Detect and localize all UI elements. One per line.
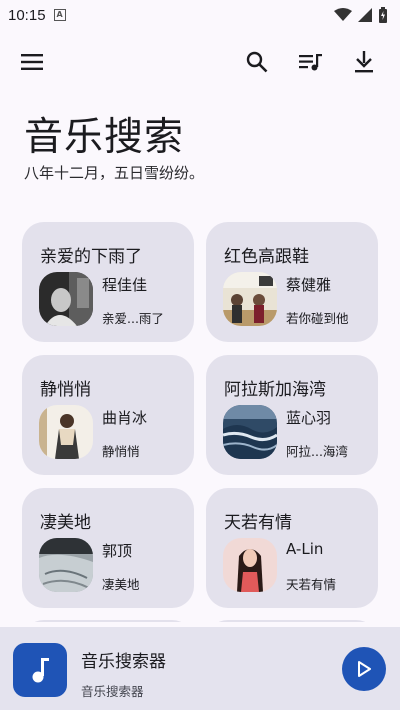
card-title: 红色高跟鞋 bbox=[224, 247, 309, 267]
music-note-icon bbox=[32, 658, 49, 683]
search-icon bbox=[246, 51, 268, 73]
battery-icon bbox=[379, 7, 387, 23]
album-thumbnail bbox=[39, 272, 93, 326]
status-bar: 10:15 A bbox=[0, 0, 400, 30]
song-card[interactable] bbox=[206, 620, 378, 622]
search-button[interactable] bbox=[235, 40, 279, 84]
song-card[interactable]: 亲爱的下雨了 程佳佳 亲爱...雨了 bbox=[22, 222, 194, 342]
song-card[interactable] bbox=[22, 620, 194, 622]
card-song: 若你碰到他 bbox=[286, 311, 349, 326]
menu-button[interactable] bbox=[10, 40, 54, 84]
card-song: 天若有情 bbox=[286, 577, 337, 592]
notification-badge-icon: A bbox=[53, 9, 66, 21]
song-card[interactable]: 红色高跟鞋 蔡健雅 若你碰到他 bbox=[206, 222, 378, 342]
now-playing-bar[interactable]: 音乐搜索器 音乐搜索器 bbox=[0, 627, 400, 710]
card-title: 天若有情 bbox=[224, 513, 292, 533]
song-card[interactable]: 阿拉斯加海湾 蓝心羽 阿拉...海湾 bbox=[206, 355, 378, 475]
card-song: 阿拉...海湾 bbox=[286, 444, 348, 459]
signal-icon bbox=[358, 8, 372, 22]
page-title: 音乐搜索 bbox=[24, 115, 185, 160]
player-artwork bbox=[13, 643, 67, 697]
song-card[interactable]: 凄美地 郭顶 凄美地 bbox=[22, 488, 194, 608]
card-artist: 程佳佳 bbox=[102, 276, 148, 294]
player-title: 音乐搜索器 bbox=[81, 652, 166, 672]
album-thumbnail bbox=[39, 405, 93, 459]
card-song: 凄美地 bbox=[102, 577, 140, 592]
download-icon bbox=[355, 51, 373, 73]
album-thumbnail bbox=[39, 538, 93, 592]
card-title: 亲爱的下雨了 bbox=[40, 247, 142, 267]
card-artist: 郭顶 bbox=[102, 542, 133, 560]
playlist-icon bbox=[299, 54, 322, 71]
song-grid: 亲爱的下雨了 程佳佳 亲爱...雨了 红色高跟鞋 蔡健雅 若你碰到他 静悄悄 曲… bbox=[22, 222, 378, 622]
status-icons bbox=[334, 7, 388, 23]
card-artist: 蓝心羽 bbox=[286, 409, 332, 427]
card-song: 亲爱...雨了 bbox=[102, 311, 164, 326]
page-subtitle: 八年十二月，五日雪纷纷。 bbox=[24, 164, 205, 182]
card-artist: 蔡健雅 bbox=[286, 276, 332, 294]
album-thumbnail bbox=[223, 272, 277, 326]
card-artist: A-Lin bbox=[286, 540, 324, 558]
card-song: 静悄悄 bbox=[102, 444, 140, 459]
album-thumbnail bbox=[223, 538, 277, 592]
card-title: 凄美地 bbox=[40, 513, 91, 533]
card-title: 静悄悄 bbox=[40, 380, 91, 400]
player-subtitle: 音乐搜索器 bbox=[81, 684, 144, 699]
menu-icon bbox=[21, 54, 43, 70]
card-artist: 曲肖冰 bbox=[102, 409, 148, 427]
download-button[interactable] bbox=[342, 40, 386, 84]
song-card[interactable]: 静悄悄 曲肖冰 静悄悄 bbox=[22, 355, 194, 475]
play-button[interactable] bbox=[342, 647, 386, 691]
album-thumbnail bbox=[223, 405, 277, 459]
wifi-icon bbox=[334, 8, 352, 21]
playlist-button[interactable] bbox=[289, 40, 333, 84]
song-card[interactable]: 天若有情 A-Lin 天若有情 bbox=[206, 488, 378, 608]
card-title: 阿拉斯加海湾 bbox=[224, 380, 326, 400]
play-icon bbox=[358, 661, 371, 677]
top-app-bar bbox=[0, 40, 400, 84]
status-time: 10:15 bbox=[8, 6, 46, 24]
